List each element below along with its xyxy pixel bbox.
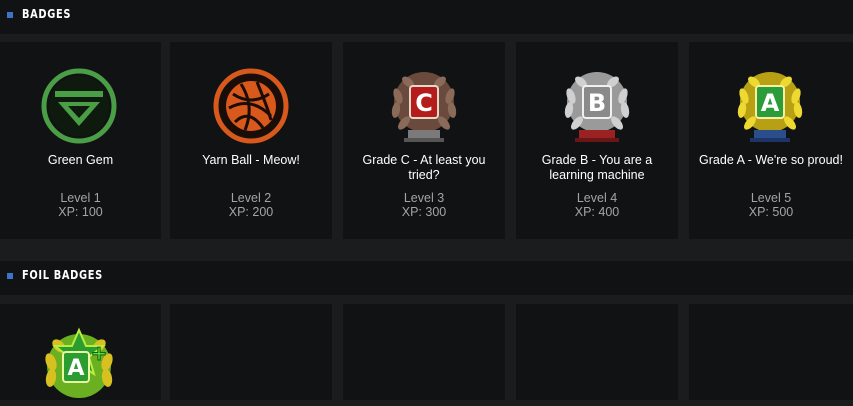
foil-badge-card-5 [689,304,853,400]
badges-section-title: BADGES [22,7,72,21]
badge-xp: XP: 500 [748,205,794,219]
badge-name: Grade C - At least you tried? [362,153,486,182]
badge-name: Yarn Ball - Meow! [202,153,300,167]
foil-badges-section-header: FOIL BADGES [0,261,853,295]
yarn-ball-icon [211,66,291,146]
badge-name: Grade B - You are a learning machine [541,153,653,182]
badges-section-header: BADGES [0,0,853,34]
badge-name: Green Gem [47,153,114,167]
grade-a-laurel-icon: A [730,66,810,146]
svg-text:C: C [415,89,433,117]
foil-badge-card-1[interactable]: A + [0,304,161,400]
foil-badge-card-4 [516,304,678,400]
badge-level: Level 2 [230,191,272,205]
badge-xp: XP: 300 [401,205,447,219]
svg-text:B: B [588,89,606,117]
badge-xp: XP: 200 [228,205,274,219]
badge-name: Grade A - We're so proud! [699,153,843,167]
badge-card-4[interactable]: B Grade B - You are a learning machine L… [516,42,678,239]
foil-badge-card-2 [170,304,332,400]
grade-c-laurel-icon: C [384,66,464,146]
section-marker [7,12,13,18]
badge-xp: XP: 100 [58,205,103,219]
badge-level: Level 3 [403,191,445,205]
badge-card-5[interactable]: A Grade A - We're so proud! Level 5 XP: … [689,42,853,239]
grade-b-laurel-icon: B [557,66,637,146]
badge-xp: XP: 400 [574,205,620,219]
section-marker [7,273,13,279]
grade-a-plus-foil-icon: A + [39,326,119,406]
badge-card-2[interactable]: Yarn Ball - Meow! Level 2 XP: 200 [170,42,332,239]
foil-badge-card-3 [343,304,505,400]
svg-text:A: A [761,89,780,117]
badge-level: Level 4 [576,191,618,205]
foil-badges-section-title: FOIL BADGES [22,268,103,282]
svg-text:+: + [91,341,108,365]
badge-level: Level 5 [750,191,792,205]
badge-card-1[interactable]: Green Gem Level 1 XP: 100 [0,42,161,239]
svg-text:A: A [67,356,84,381]
badge-card-3[interactable]: C Grade C - At least you tried? Level 3 … [343,42,505,239]
badge-level: Level 1 [60,191,101,205]
green-gem-icon [39,66,119,146]
